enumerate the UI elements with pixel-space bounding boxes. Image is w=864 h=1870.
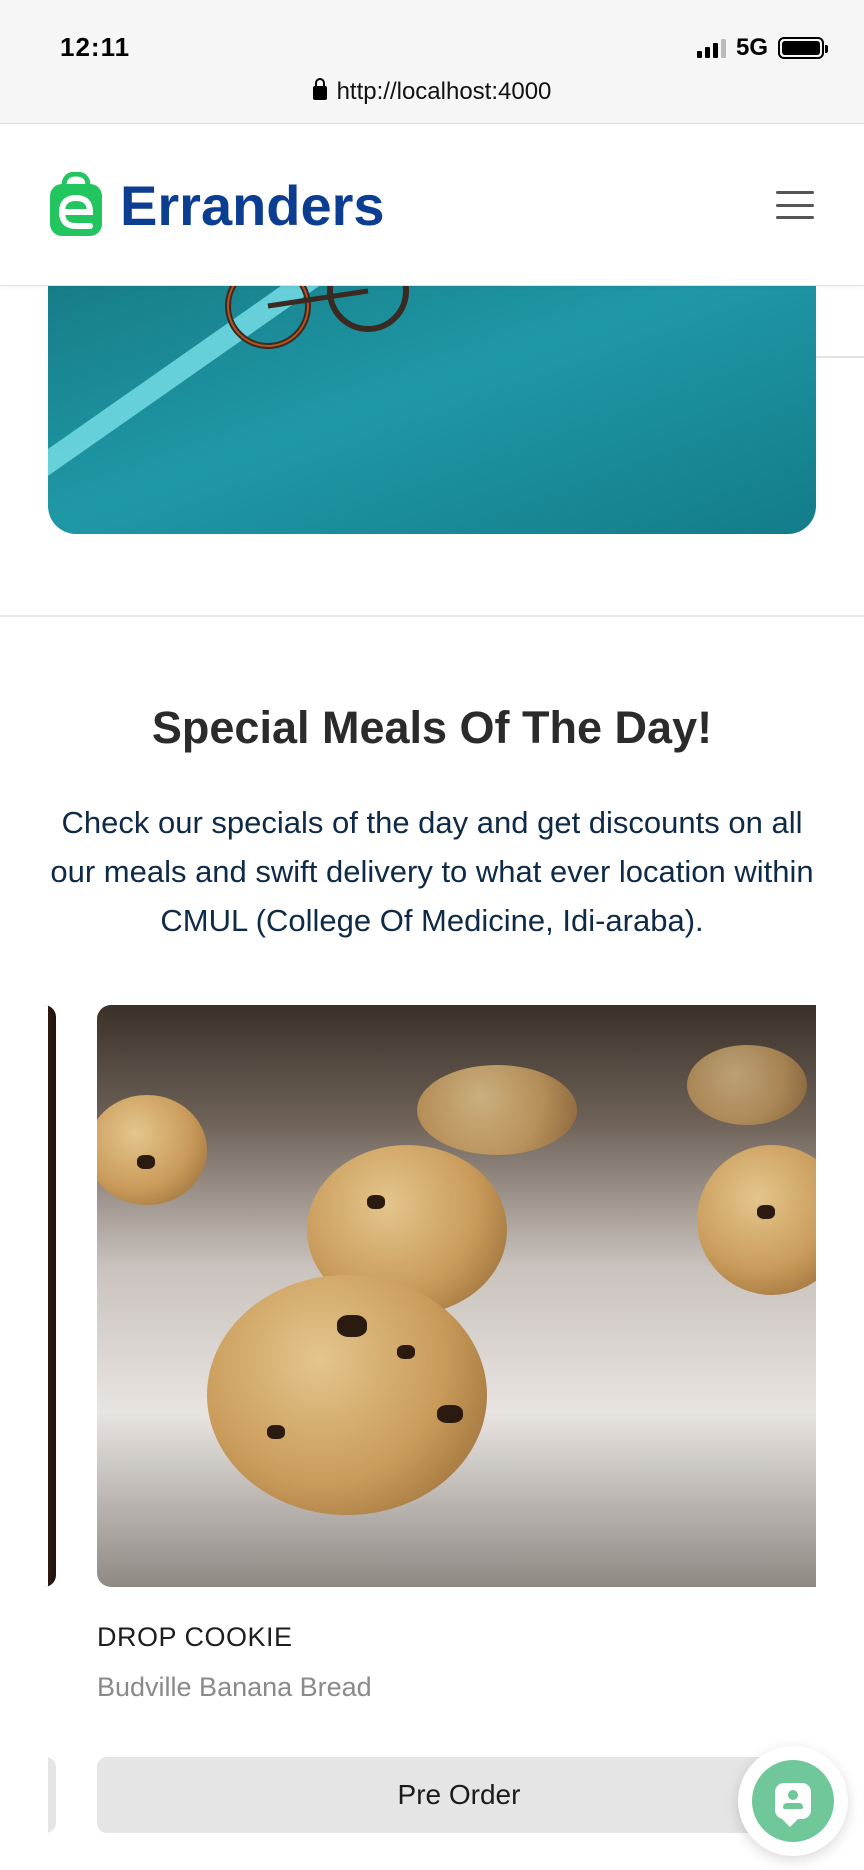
lock-icon (312, 78, 327, 100)
signal-icon (696, 38, 726, 58)
decor-line (816, 356, 864, 358)
url-text: http://localhost:4000 (336, 78, 552, 105)
meal-name: DROP COOKIE (97, 1622, 293, 1652)
network-type: 5G (735, 34, 768, 61)
previous-preorder-button[interactable] (0, 1757, 56, 1833)
meal-image[interactable] (97, 1005, 816, 1587)
site-header: Erranders (0, 124, 864, 286)
status-indicators: 5G (696, 34, 828, 62)
battery-icon (778, 37, 828, 59)
previous-meal-card[interactable] (0, 1005, 56, 1587)
chat-button[interactable] (738, 1746, 848, 1856)
brand-name: Erranders (120, 173, 385, 237)
meal-vendor: Budville Banana Bread (97, 1672, 372, 1702)
section-title: Special Meals Of The Day! (151, 702, 713, 753)
section-description: Check our specials of the day and get di… (50, 805, 814, 938)
bicycle-illustration (225, 286, 409, 349)
section-divider (0, 615, 864, 617)
shopping-bag-icon (48, 171, 104, 238)
preorder-button[interactable]: Pre Order (97, 1757, 821, 1833)
hero-image (48, 286, 816, 534)
status-time: 12:11 (60, 32, 131, 62)
address-bar[interactable]: http://localhost:4000 (0, 78, 864, 106)
chat-icon (775, 1783, 811, 1819)
status-bar: 12:11 5G http://localhost:4000 (0, 0, 864, 124)
menu-icon[interactable] (776, 191, 814, 219)
brand-logo[interactable]: Erranders (48, 171, 385, 238)
